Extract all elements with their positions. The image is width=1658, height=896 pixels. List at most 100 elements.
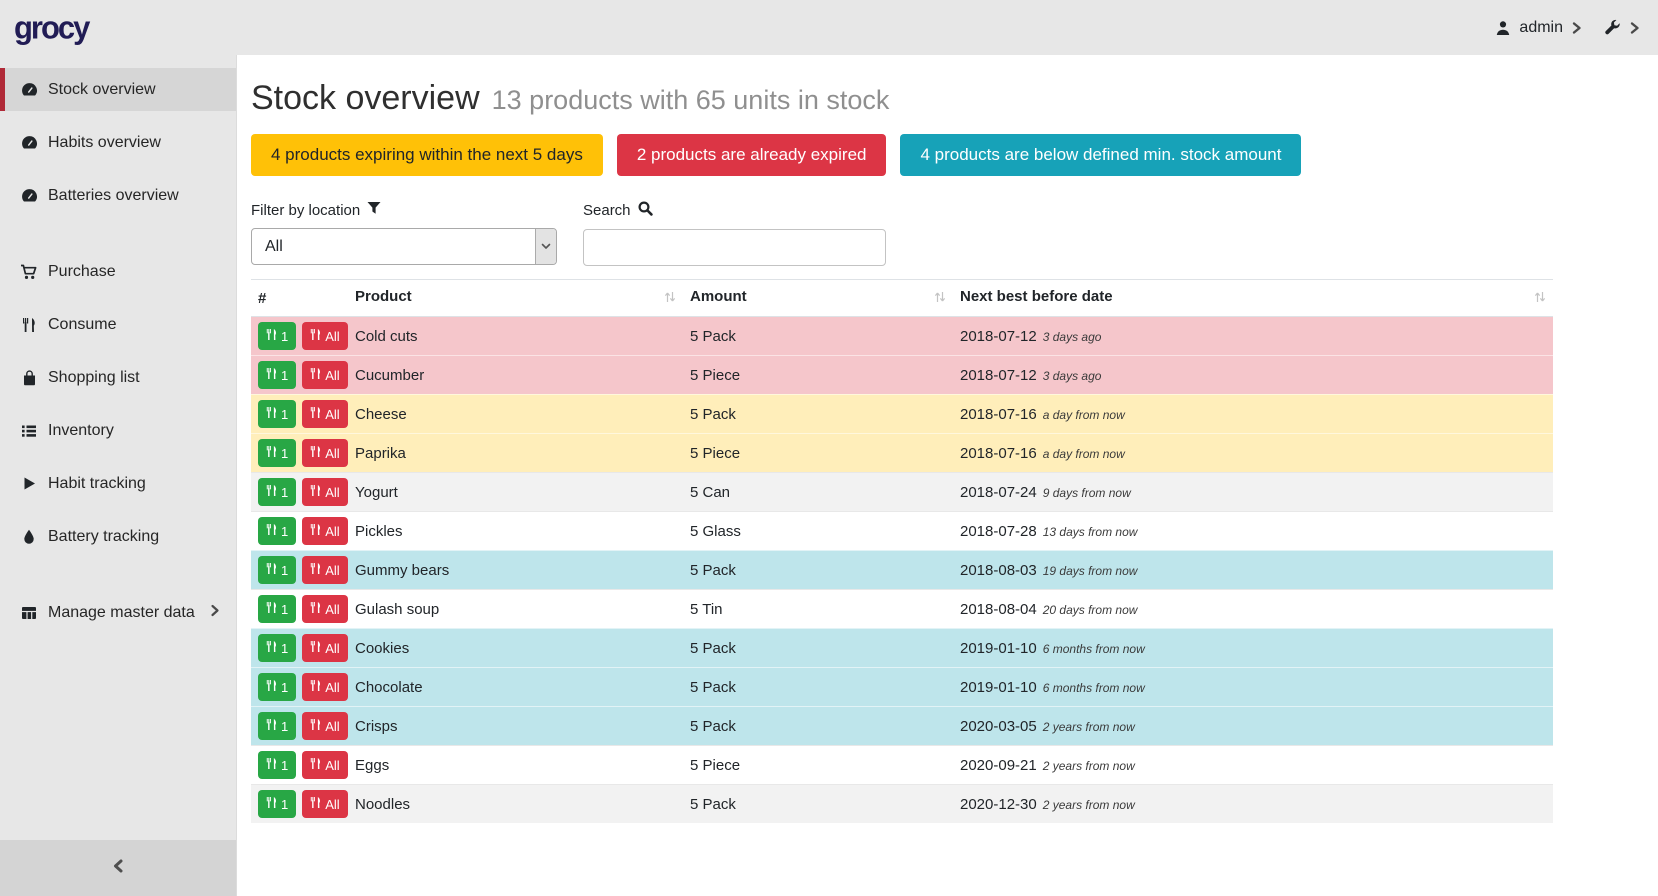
consume-all-button[interactable]: All [302,400,347,428]
location-select[interactable]: All [251,228,557,265]
consume-all-button[interactable]: All [302,634,347,662]
product-amount: 5 Pack [683,395,953,434]
best-before-relative: a day from now [1043,447,1125,461]
consume-one-button[interactable]: 1 [258,322,296,350]
table-row: 1 All Yogurt 5 Can 2018-07-249 days from… [251,473,1553,512]
consume-all-button[interactable]: All [302,673,347,701]
consume-all-button[interactable]: All [302,322,347,350]
consume-all-button[interactable]: All [302,712,347,740]
sidebar-item-purchase[interactable]: Purchase [0,250,236,293]
consume-one-button[interactable]: 1 [258,595,296,623]
sort-icon [664,290,676,308]
consume-all-button[interactable]: All [302,439,347,467]
sidebar-item-batteries-overview[interactable]: Batteries overview [0,174,236,217]
consume-one-button[interactable]: 1 [258,556,296,584]
consume-one-button[interactable]: 1 [258,634,296,662]
sidebar: Stock overview Habits overview Batteries… [0,55,237,896]
gauge-icon [20,135,38,150]
sort-icon [934,290,946,308]
utensils-icon [266,562,277,578]
alert-expired-button[interactable]: 2 products are already expired [617,134,887,176]
product-name: Paprika [348,434,683,473]
chevron-down-icon [535,229,556,264]
product-amount: 5 Can [683,473,953,512]
consume-all-button[interactable]: All [302,595,347,623]
consume-one-button[interactable]: 1 [258,400,296,428]
alert-below-min-stock-button[interactable]: 4 products are below defined min. stock … [900,134,1301,176]
consume-one-button[interactable]: 1 [258,712,296,740]
consume-all-button[interactable]: All [302,517,347,545]
utensils-icon [310,406,321,422]
sidebar-item-manage-master-data[interactable]: Manage master data [0,591,236,634]
utensils-icon [266,718,277,734]
chevron-right-icon [210,604,220,622]
best-before-relative: 3 days ago [1043,330,1102,344]
consume-all-button[interactable]: All [302,361,347,389]
play-icon [20,476,38,491]
sidebar-item-label: Habits overview [48,134,161,152]
best-before-relative: 6 months from now [1043,642,1145,656]
utensils-icon [310,640,321,656]
consume-all-button[interactable]: All [302,790,347,818]
table-row: 1 All Gummy bears 5 Pack 2018-08-0319 da… [251,551,1553,590]
navbar: grocy admin [0,0,1658,55]
search-label: Search [583,202,631,219]
sidebar-item-consume[interactable]: Consume [0,303,236,346]
best-before-date: 2018-07-12 [960,328,1037,345]
search-input[interactable] [583,229,886,266]
best-before-relative: a day from now [1043,408,1125,422]
sidebar-item-habits-overview[interactable]: Habits overview [0,121,236,164]
chevron-right-icon [1629,21,1640,35]
consume-one-button[interactable]: 1 [258,439,296,467]
consume-one-button[interactable]: 1 [258,790,296,818]
best-before-date: 2020-12-30 [960,796,1037,813]
column-header-best-before[interactable]: Next best before date [953,280,1553,317]
settings-menu[interactable] [1604,19,1640,36]
utensils-icon [310,367,321,383]
product-name: Gulash soup [348,590,683,629]
alert-expiring-button[interactable]: 4 products expiring within the next 5 da… [251,134,603,176]
grocy-logo[interactable]: grocy [14,9,88,47]
utensils-icon [266,484,277,500]
consume-one-button[interactable]: 1 [258,517,296,545]
product-name: Eggs [348,746,683,785]
location-filter-group: Filter by location All [251,201,557,266]
utensils-icon [310,796,321,812]
consume-one-button[interactable]: 1 [258,673,296,701]
consume-all-button[interactable]: All [302,556,347,584]
consume-all-button[interactable]: All [302,478,347,506]
sidebar-item-stock-overview[interactable]: Stock overview [0,68,236,111]
location-select-value: All [252,238,535,256]
product-name: Yogurt [348,473,683,512]
consume-one-button[interactable]: 1 [258,361,296,389]
product-name: Cucumber [348,356,683,395]
best-before-date: 2018-07-12 [960,367,1037,384]
sidebar-item-battery-tracking[interactable]: Battery tracking [0,515,236,558]
best-before-relative: 2 years from now [1043,720,1135,734]
column-header-product[interactable]: Product [348,280,683,317]
product-amount: 5 Piece [683,746,953,785]
product-name: Cheese [348,395,683,434]
sidebar-item-inventory[interactable]: Inventory [0,409,236,452]
best-before-date: 2018-07-16 [960,445,1037,462]
consume-all-button[interactable]: All [302,751,347,779]
consume-one-button[interactable]: 1 [258,751,296,779]
column-header-amount[interactable]: Amount [683,280,953,317]
utensils-icon [310,757,321,773]
product-amount: 5 Piece [683,356,953,395]
utensils-icon [310,562,321,578]
utensils-icon [310,718,321,734]
best-before-date: 2019-01-10 [960,640,1037,657]
table-row: 1 All Pickles 5 Glass 2018-07-2813 days … [251,512,1553,551]
product-amount: 5 Pack [683,707,953,746]
table-row: 1 All Cucumber 5 Piece 2018-07-123 days … [251,356,1553,395]
chevron-left-icon [112,858,124,879]
shell: Stock overview Habits overview Batteries… [0,55,1658,896]
consume-one-button[interactable]: 1 [258,478,296,506]
sidebar-item-shopping-list[interactable]: Shopping list [0,356,236,399]
sidebar-item-habit-tracking[interactable]: Habit tracking [0,462,236,505]
cart-icon [20,264,38,280]
user-menu[interactable]: admin [1495,19,1582,37]
sidebar-collapse-button[interactable] [0,840,236,896]
chevron-right-icon [1571,21,1582,35]
